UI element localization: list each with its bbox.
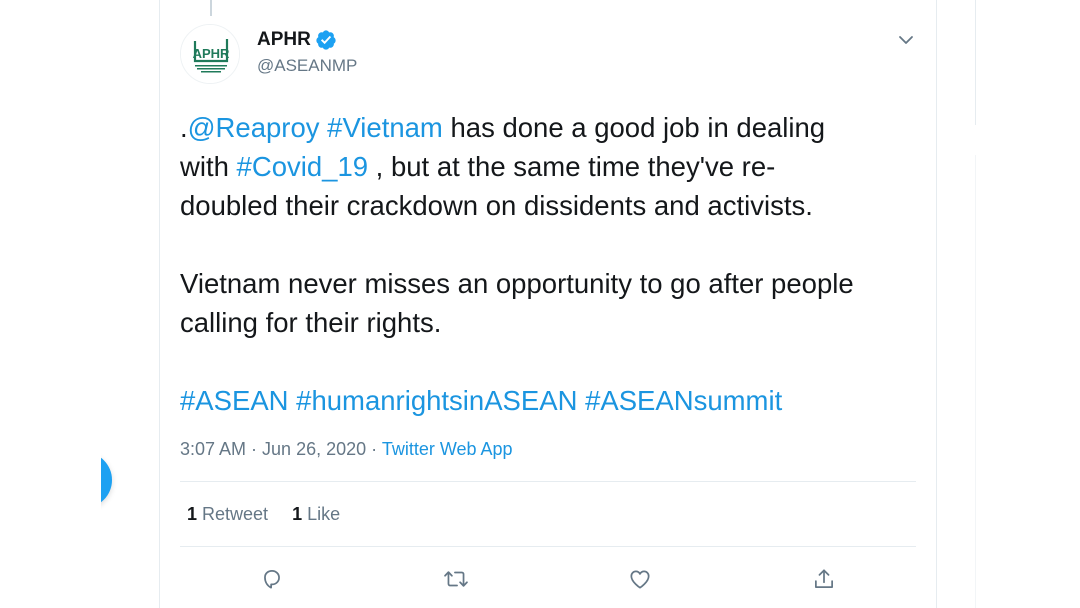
hashtag-link[interactable]: #humanrightsinASEAN [296, 385, 577, 416]
tweet-stats: 1 Retweet 1 Like [187, 502, 364, 526]
hashtag-link[interactable]: #Covid_19 [237, 151, 368, 182]
tweet-text-segment: doubled their crackdown on dissidents an… [180, 190, 813, 221]
reply-icon [264, 570, 280, 589]
tweet-text-segment [577, 385, 585, 416]
mention-link[interactable]: @Reaproy [188, 112, 320, 143]
tweet-text-segment: has done a good job in dealing [442, 112, 826, 143]
author-display-name[interactable]: APHR [257, 28, 311, 52]
sidebar-divider [975, 0, 976, 125]
divider-bottom [180, 546, 916, 547]
likes-stat[interactable]: 1 Like [292, 502, 340, 526]
tweet-source-link[interactable]: Twitter Web App [382, 439, 513, 459]
tweet-text-line: doubled their crackdown on dissidents an… [180, 186, 925, 225]
likes-label: Like [307, 504, 341, 524]
retweets-count: 1 [187, 504, 198, 524]
page: APHR APHR @ASEANMP .@Reaproy #Vietnam ha… [0, 0, 1080, 608]
tweet-text-line: .@Reaproy #Vietnam has done a good job i… [180, 108, 925, 147]
share-button[interactable] [808, 563, 840, 595]
tweet-date[interactable]: Jun 26, 2020 [262, 439, 366, 459]
tweet-text-segment: , but at the same time they've re- [368, 151, 776, 182]
tweet-text-line: with #Covid_19 , but at the same time th… [180, 147, 925, 186]
author-name-row[interactable]: APHR [257, 28, 337, 52]
tweet-text-line: Vietnam never misses an opportunity to g… [180, 264, 925, 303]
meta-separator: · [246, 439, 263, 459]
thread-connector-line [210, 0, 212, 16]
tweet-action-bar [0, 563, 1080, 595]
tweet-text-segment: calling for their rights. [180, 307, 442, 338]
avatar-logo-text: APHR [193, 46, 230, 61]
share-icon [815, 569, 833, 588]
heart-icon [630, 570, 650, 589]
tweet-time[interactable]: 3:07 AM [180, 439, 246, 459]
tweet-text-line: #ASEAN #humanrightsinASEAN #ASEANsummit [180, 381, 925, 420]
tweet-text-segment: . [180, 112, 188, 143]
tweet-text-line: calling for their rights. [180, 303, 925, 342]
chevron-down-icon[interactable] [894, 28, 918, 52]
retweets-label: Retweet [202, 504, 269, 524]
hashtag-link[interactable]: #ASEANsummit [585, 385, 782, 416]
tweet-text-segment: with [180, 151, 237, 182]
like-button[interactable] [624, 563, 656, 595]
likes-count: 1 [292, 504, 303, 524]
retweet-button[interactable] [440, 563, 472, 595]
tweet-text-segment [320, 112, 328, 143]
tweet-meta: 3:07 AM · Jun 26, 2020 · Twitter Web App [180, 437, 513, 461]
author-handle[interactable]: @ASEANMP [257, 55, 357, 77]
tweet-text-segment: Vietnam never misses an opportunity to g… [180, 268, 854, 299]
hashtag-link[interactable]: #Vietnam [327, 112, 443, 143]
avatar[interactable]: APHR [180, 24, 240, 84]
left-margin [0, 0, 101, 608]
retweets-stat[interactable]: 1 Retweet [187, 502, 268, 526]
divider-top [180, 481, 916, 482]
hashtag-link[interactable]: #ASEAN [180, 385, 289, 416]
retweet-icon [444, 571, 468, 587]
verified-badge-icon [316, 30, 336, 50]
reply-button[interactable] [256, 563, 288, 595]
tweet-text: .@Reaproy #Vietnam has done a good job i… [180, 108, 925, 420]
aphr-logo: APHR [181, 25, 239, 83]
sidebar-divider-lower [975, 155, 976, 608]
meta-separator-2: · [366, 439, 382, 459]
